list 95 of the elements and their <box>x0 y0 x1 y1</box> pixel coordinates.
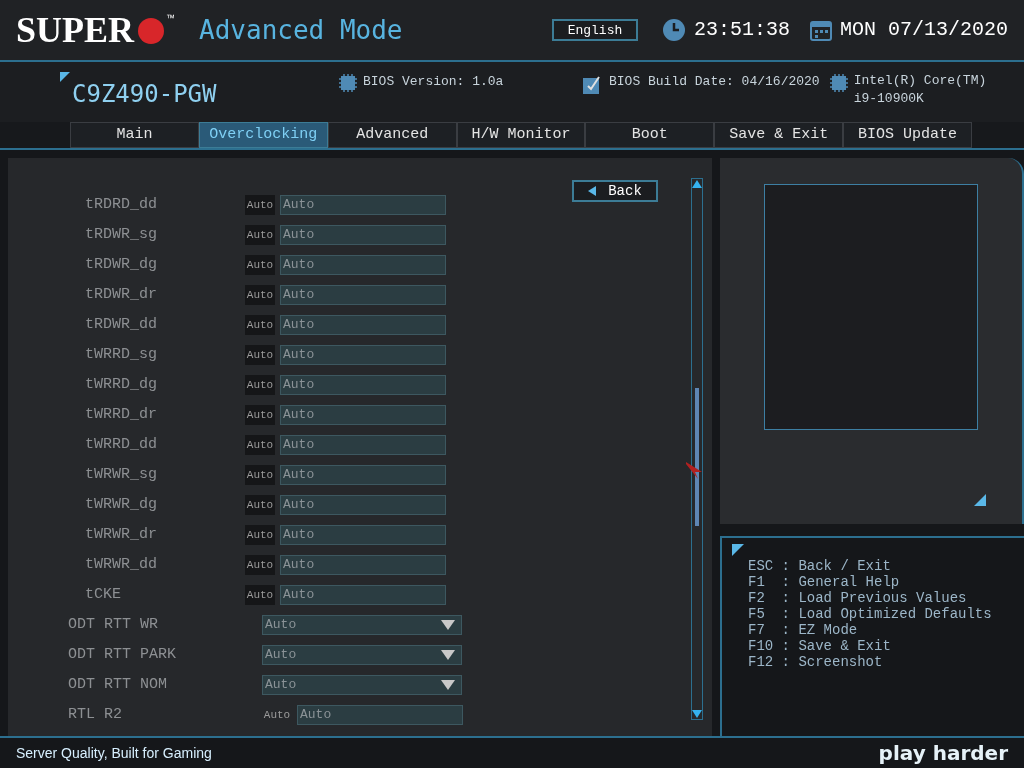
auto-indicator: Auto <box>245 255 275 275</box>
mode-title: Advanced Mode <box>199 13 403 47</box>
build-date: BIOS Build Date: 04/16/2020 <box>609 73 820 91</box>
value-field[interactable]: Auto <box>280 405 446 425</box>
mouse-cursor-icon <box>686 462 702 480</box>
setting-label: ODT RTT NOM <box>67 674 169 695</box>
auto-indicator: Auto <box>262 707 292 723</box>
dropdown-arrow-icon <box>441 620 455 630</box>
auto-indicator: Auto <box>245 525 275 545</box>
value-field[interactable]: Auto <box>280 525 446 545</box>
setting-label: tWRWR_dd <box>84 554 158 575</box>
value-field[interactable]: Auto <box>280 375 446 395</box>
value-field[interactable]: Auto <box>297 705 463 725</box>
setting-label: tWRWR_dg <box>84 494 158 515</box>
auto-indicator: Auto <box>245 375 275 395</box>
setting-label: tRDWR_dg <box>84 254 158 275</box>
auto-indicator: Auto <box>245 555 275 575</box>
cpu-text: Intel(R) Core(TM) <box>853 72 987 90</box>
auto-indicator: Auto <box>245 285 275 305</box>
auto-indicator: Auto <box>245 195 275 215</box>
scroll-up-icon[interactable] <box>692 179 702 188</box>
bios-version: BIOS Version: 1.0a <box>363 73 505 91</box>
date-text: MON 07/13/2020 <box>839 17 1008 43</box>
logo-dot-icon <box>136 16 167 46</box>
setting-label: tWRRD_dg <box>84 374 158 395</box>
left-triangle-icon <box>588 186 597 196</box>
auto-indicator: Auto <box>245 225 275 245</box>
dropdown-arrow-icon <box>441 650 455 660</box>
setting-label: ODT RTT WR <box>67 614 159 635</box>
setting-label: tCKE <box>84 584 122 605</box>
language-button[interactable]: English <box>551 19 638 41</box>
back-button[interactable]: Back <box>572 180 658 202</box>
auto-indicator: Auto <box>245 435 275 455</box>
tab[interactable]: Overclocking <box>198 122 328 148</box>
clock-time: 23:51:38 <box>693 17 790 43</box>
setting-label: tRDWR_dd <box>84 314 158 335</box>
auto-indicator: Auto <box>245 315 275 335</box>
dropdown-arrow-icon <box>441 680 455 690</box>
auto-indicator: Auto <box>245 495 275 515</box>
slogan-text: Server Quality, Built for Gaming <box>16 743 212 763</box>
setting-label: tWRRD_sg <box>84 344 158 365</box>
auto-indicator: Auto <box>245 585 275 605</box>
value-field[interactable]: Auto <box>280 465 446 485</box>
value-field[interactable]: Auto <box>280 585 446 605</box>
scroll-down-icon[interactable] <box>692 710 702 719</box>
setting-label: tWRRD_dr <box>84 404 158 425</box>
setting-label: tWRRD_dd <box>84 434 158 455</box>
help-key-text: F10 : Save & Exit <box>748 638 892 654</box>
setting-label: tRDWR_sg <box>84 224 158 245</box>
help-key-text: F1 : General Help <box>748 574 901 590</box>
value-field[interactable]: Auto <box>280 495 446 515</box>
value-field[interactable]: Auto <box>280 555 446 575</box>
setting-label: tWRWR_sg <box>84 464 158 485</box>
help-key-text: F5 : Load Optimized Defaults <box>748 606 993 622</box>
help-key-text: F2 : Load Previous Values <box>748 590 968 606</box>
auto-indicator: Auto <box>245 405 275 425</box>
value-field[interactable]: Auto <box>280 345 446 365</box>
auto-indicator: Auto <box>245 465 275 485</box>
setting-label: ODT RTT PARK <box>67 644 178 665</box>
auto-indicator: Auto <box>245 345 275 365</box>
trademark-text: ™ <box>166 12 176 25</box>
tab[interactable]: Boot <box>585 122 715 148</box>
tab[interactable]: Main <box>70 122 199 148</box>
tab[interactable]: H/W Monitor <box>456 122 586 148</box>
tab[interactable]: Save & Exit <box>714 122 844 148</box>
cpu-text: i9-10900K <box>853 90 925 108</box>
brand-text: play harder <box>878 740 1008 767</box>
setting-label: RTL R2 <box>67 704 123 725</box>
dropdown[interactable]: Auto <box>262 615 462 635</box>
setting-label: tRDWR_dr <box>84 284 158 305</box>
dropdown[interactable]: Auto <box>262 675 462 695</box>
setting-label: tRDRD_dd <box>84 194 158 215</box>
help-key-text: ESC : Back / Exit <box>748 558 892 574</box>
board-model: C9Z490-PGW <box>72 79 218 110</box>
value-field[interactable]: Auto <box>280 315 446 335</box>
scroll-thumb[interactable] <box>695 388 699 526</box>
logo-text: SUPER <box>16 12 135 48</box>
corner-marker-icon <box>974 494 986 506</box>
scrollbar[interactable] <box>691 178 703 720</box>
help-key-text: F7 : EZ Mode <box>748 622 858 638</box>
setting-label: tWRWR_dr <box>84 524 158 545</box>
help-key-text: F12 : Screenshot <box>748 654 884 670</box>
corner-marker-icon <box>732 544 744 556</box>
value-field[interactable]: Auto <box>280 225 446 245</box>
value-field[interactable]: Auto <box>280 285 446 305</box>
calendar-icon <box>809 19 832 41</box>
tab[interactable]: BIOS Update <box>843 122 972 148</box>
corner-marker-icon <box>60 72 70 82</box>
value-field[interactable]: Auto <box>280 255 446 275</box>
tab[interactable]: Advanced <box>327 122 457 148</box>
processor-icon <box>827 72 850 94</box>
value-field[interactable]: Auto <box>280 195 446 215</box>
value-field[interactable]: Auto <box>280 435 446 455</box>
dropdown[interactable]: Auto <box>262 645 462 665</box>
clock-icon <box>661 18 686 42</box>
